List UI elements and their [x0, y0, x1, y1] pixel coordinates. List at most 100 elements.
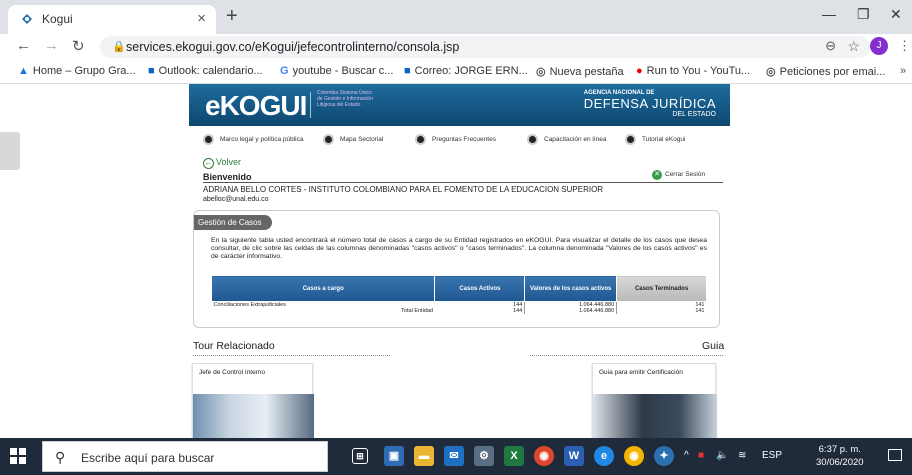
outlook-icon: ■: [148, 65, 155, 77]
tab-close-icon[interactable]: ×: [197, 10, 206, 27]
menu-item-tutorial[interactable]: Tutorial eKogui: [625, 134, 685, 145]
minimize-icon[interactable]: —: [822, 6, 836, 22]
ekogui-logo[interactable]: eKOGUI: [205, 90, 307, 122]
browser-tab[interactable]: Kogui ×: [8, 5, 216, 34]
store-icon[interactable]: ▣: [384, 446, 404, 466]
header-casos-cargo: Casos a cargo: [210, 275, 436, 302]
tray-chevron-icon[interactable]: ^: [684, 450, 689, 461]
casos-activos-cell[interactable]: 144: [435, 308, 525, 314]
valores-cell: 1.064.446.880: [524, 308, 617, 314]
more-bookmarks-icon[interactable]: »: [900, 65, 906, 77]
file-explorer-icon[interactable]: ▬: [414, 446, 434, 466]
kogui-favicon-icon: [22, 14, 32, 24]
tab-strip: Kogui × + — ❐ ✕: [0, 0, 912, 34]
tray-app-icon[interactable]: ■: [698, 450, 704, 461]
globe-icon: ◎: [536, 66, 546, 78]
header-valores: Valores de los casos activos: [524, 275, 618, 302]
gestion-casos-tab: Gestión de Casos: [194, 215, 272, 230]
window-close-icon[interactable]: ✕: [890, 6, 902, 23]
globe-icon: ◎: [766, 66, 776, 78]
edge-icon[interactable]: e: [594, 446, 614, 466]
volver-link[interactable]: ← Volver: [203, 157, 241, 169]
youtube-icon: ●: [636, 65, 643, 77]
task-view-icon[interactable]: ⊞: [352, 448, 368, 464]
signing-photo: [593, 394, 717, 438]
bookmark-item[interactable]: Gyoutube - Buscar c...: [280, 65, 393, 77]
gestion-description: En la siguiente tabla usted encontrará e…: [211, 237, 707, 260]
outlook-icon: ■: [404, 65, 411, 77]
excel-icon[interactable]: X: [504, 446, 524, 466]
google-icon: G: [280, 65, 289, 77]
arrow-left-icon: ←: [203, 158, 214, 169]
mail-icon[interactable]: ✉: [444, 446, 464, 466]
new-tab-button[interactable]: +: [226, 5, 238, 28]
word-icon[interactable]: W: [564, 446, 584, 466]
clock-time: 6:37 p. m.: [818, 444, 861, 455]
map-icon: [323, 134, 334, 145]
browser-toolbar: ← → ↻ 🔒 services.ekogui.gov.co/eKogui/je…: [0, 34, 912, 60]
info-icon: [527, 134, 538, 145]
volume-icon[interactable]: 🔈: [716, 450, 728, 461]
system-clock[interactable]: 6:37 p. m. 30/06/2020: [816, 443, 864, 469]
table-total-row: Total Entidad 144 1.064.446.880 141: [212, 308, 707, 314]
notifications-icon[interactable]: [888, 449, 902, 461]
card-title: Jefe de Control Interno: [199, 369, 266, 376]
scale-icon: [203, 134, 214, 145]
kogui-app-icon[interactable]: ✦: [654, 446, 674, 466]
bookmark-item[interactable]: ◎ Peticiones por emai...: [766, 65, 885, 78]
browser-window: Kogui × + — ❐ ✕ ← → ↻ 🔒 services.ekogui.…: [0, 0, 912, 475]
language-indicator[interactable]: ESP: [762, 450, 782, 461]
header-casos-terminados: Casos Terminados: [616, 275, 707, 302]
bookmark-item[interactable]: ▲ Home – Grupo Gra...: [18, 65, 136, 77]
casos-terminados-cell[interactable]: 141: [616, 308, 707, 314]
browser-menu-icon[interactable]: ⋮: [898, 38, 911, 54]
zoom-icon[interactable]: ⊖: [825, 38, 836, 54]
chrome-icon[interactable]: ◉: [534, 446, 554, 466]
logo-divider: [310, 92, 311, 118]
table-header-row: Casos a cargo Casos Activos Valores de l…: [210, 275, 707, 302]
menu-item-mapa-sectorial[interactable]: Mapa Sectorial: [323, 134, 383, 145]
guia-card-certificacion[interactable]: Guia para emitir Certificación: [592, 363, 717, 438]
maximize-icon[interactable]: ❐: [857, 6, 870, 23]
card-title: Guia para emitir Certificación: [599, 369, 683, 376]
menu-item-preguntas[interactable]: Preguntas Frecuentes: [415, 134, 496, 145]
network-icon[interactable]: ≋: [738, 450, 746, 461]
back-icon[interactable]: ←: [16, 37, 31, 54]
search-placeholder: Escribe aquí para buscar: [81, 451, 215, 465]
settings-icon[interactable]: ⚙: [474, 446, 494, 466]
side-tab[interactable]: [0, 132, 20, 170]
tab-title: Kogui: [42, 12, 73, 26]
tour-heading: Tour Relacionado: [193, 340, 275, 352]
clock-date: 30/06/2020: [816, 457, 864, 468]
welcome-heading: Bienvenido: [203, 172, 252, 182]
logout-icon: ✕: [652, 170, 662, 180]
bookmark-item[interactable]: ■ Outlook: calendario...: [148, 65, 263, 77]
agency-logo[interactable]: AGENCIA NACIONAL DE DEFENSA JURÍDICA DEL…: [584, 90, 716, 118]
user-entity-line: ADRIANA BELLO CORTES - INSTITUTO COLOMBI…: [203, 185, 604, 194]
tour-card-jefe-control[interactable]: Jefe de Control Interno: [192, 363, 314, 438]
address-bar[interactable]: 🔒 services.ekogui.gov.co/eKogui/jefecont…: [100, 36, 870, 58]
agency-line3: DEL ESTADO: [672, 111, 716, 118]
taskbar-search[interactable]: ⚲ Escribe aquí para buscar: [42, 441, 328, 472]
header-casos-activos: Casos Activos: [434, 275, 526, 302]
row-label: Total Entidad: [401, 308, 433, 314]
windows-start-icon[interactable]: [10, 448, 26, 464]
reload-icon[interactable]: ↻: [72, 37, 85, 55]
bookmark-star-icon[interactable]: ☆: [847, 38, 860, 55]
menu-item-capacitacion[interactable]: Capacitación en línea: [527, 134, 607, 145]
lock-icon: 🔒: [112, 41, 126, 53]
menu-item-marco-legal[interactable]: Marco legal y política pública: [203, 134, 303, 145]
businessman-photo: [193, 394, 314, 438]
bookmark-item[interactable]: ● Run to You - YouTu...: [636, 65, 750, 77]
profile-avatar[interactable]: J: [870, 37, 888, 55]
drive-icon: ▲: [18, 65, 29, 77]
logout-button[interactable]: ✕ Cerrar Sesión: [652, 170, 705, 180]
url-text[interactable]: services.ekogui.gov.co/eKogui/jefecontro…: [126, 40, 459, 54]
agency-line2: DEFENSA JURÍDICA: [583, 96, 716, 111]
chrome-active-icon[interactable]: ◉: [624, 446, 644, 466]
windows-taskbar: ⚲ Escribe aquí para buscar ⊞ ▣ ▬ ✉ ⚙ X ◉…: [0, 438, 912, 475]
forward-icon[interactable]: →: [44, 37, 59, 54]
bookmark-item[interactable]: ■ Correo: JORGE ERN...: [404, 65, 528, 77]
divider: [203, 182, 723, 183]
bookmark-item[interactable]: ◎ Nueva pestaña: [536, 65, 624, 78]
